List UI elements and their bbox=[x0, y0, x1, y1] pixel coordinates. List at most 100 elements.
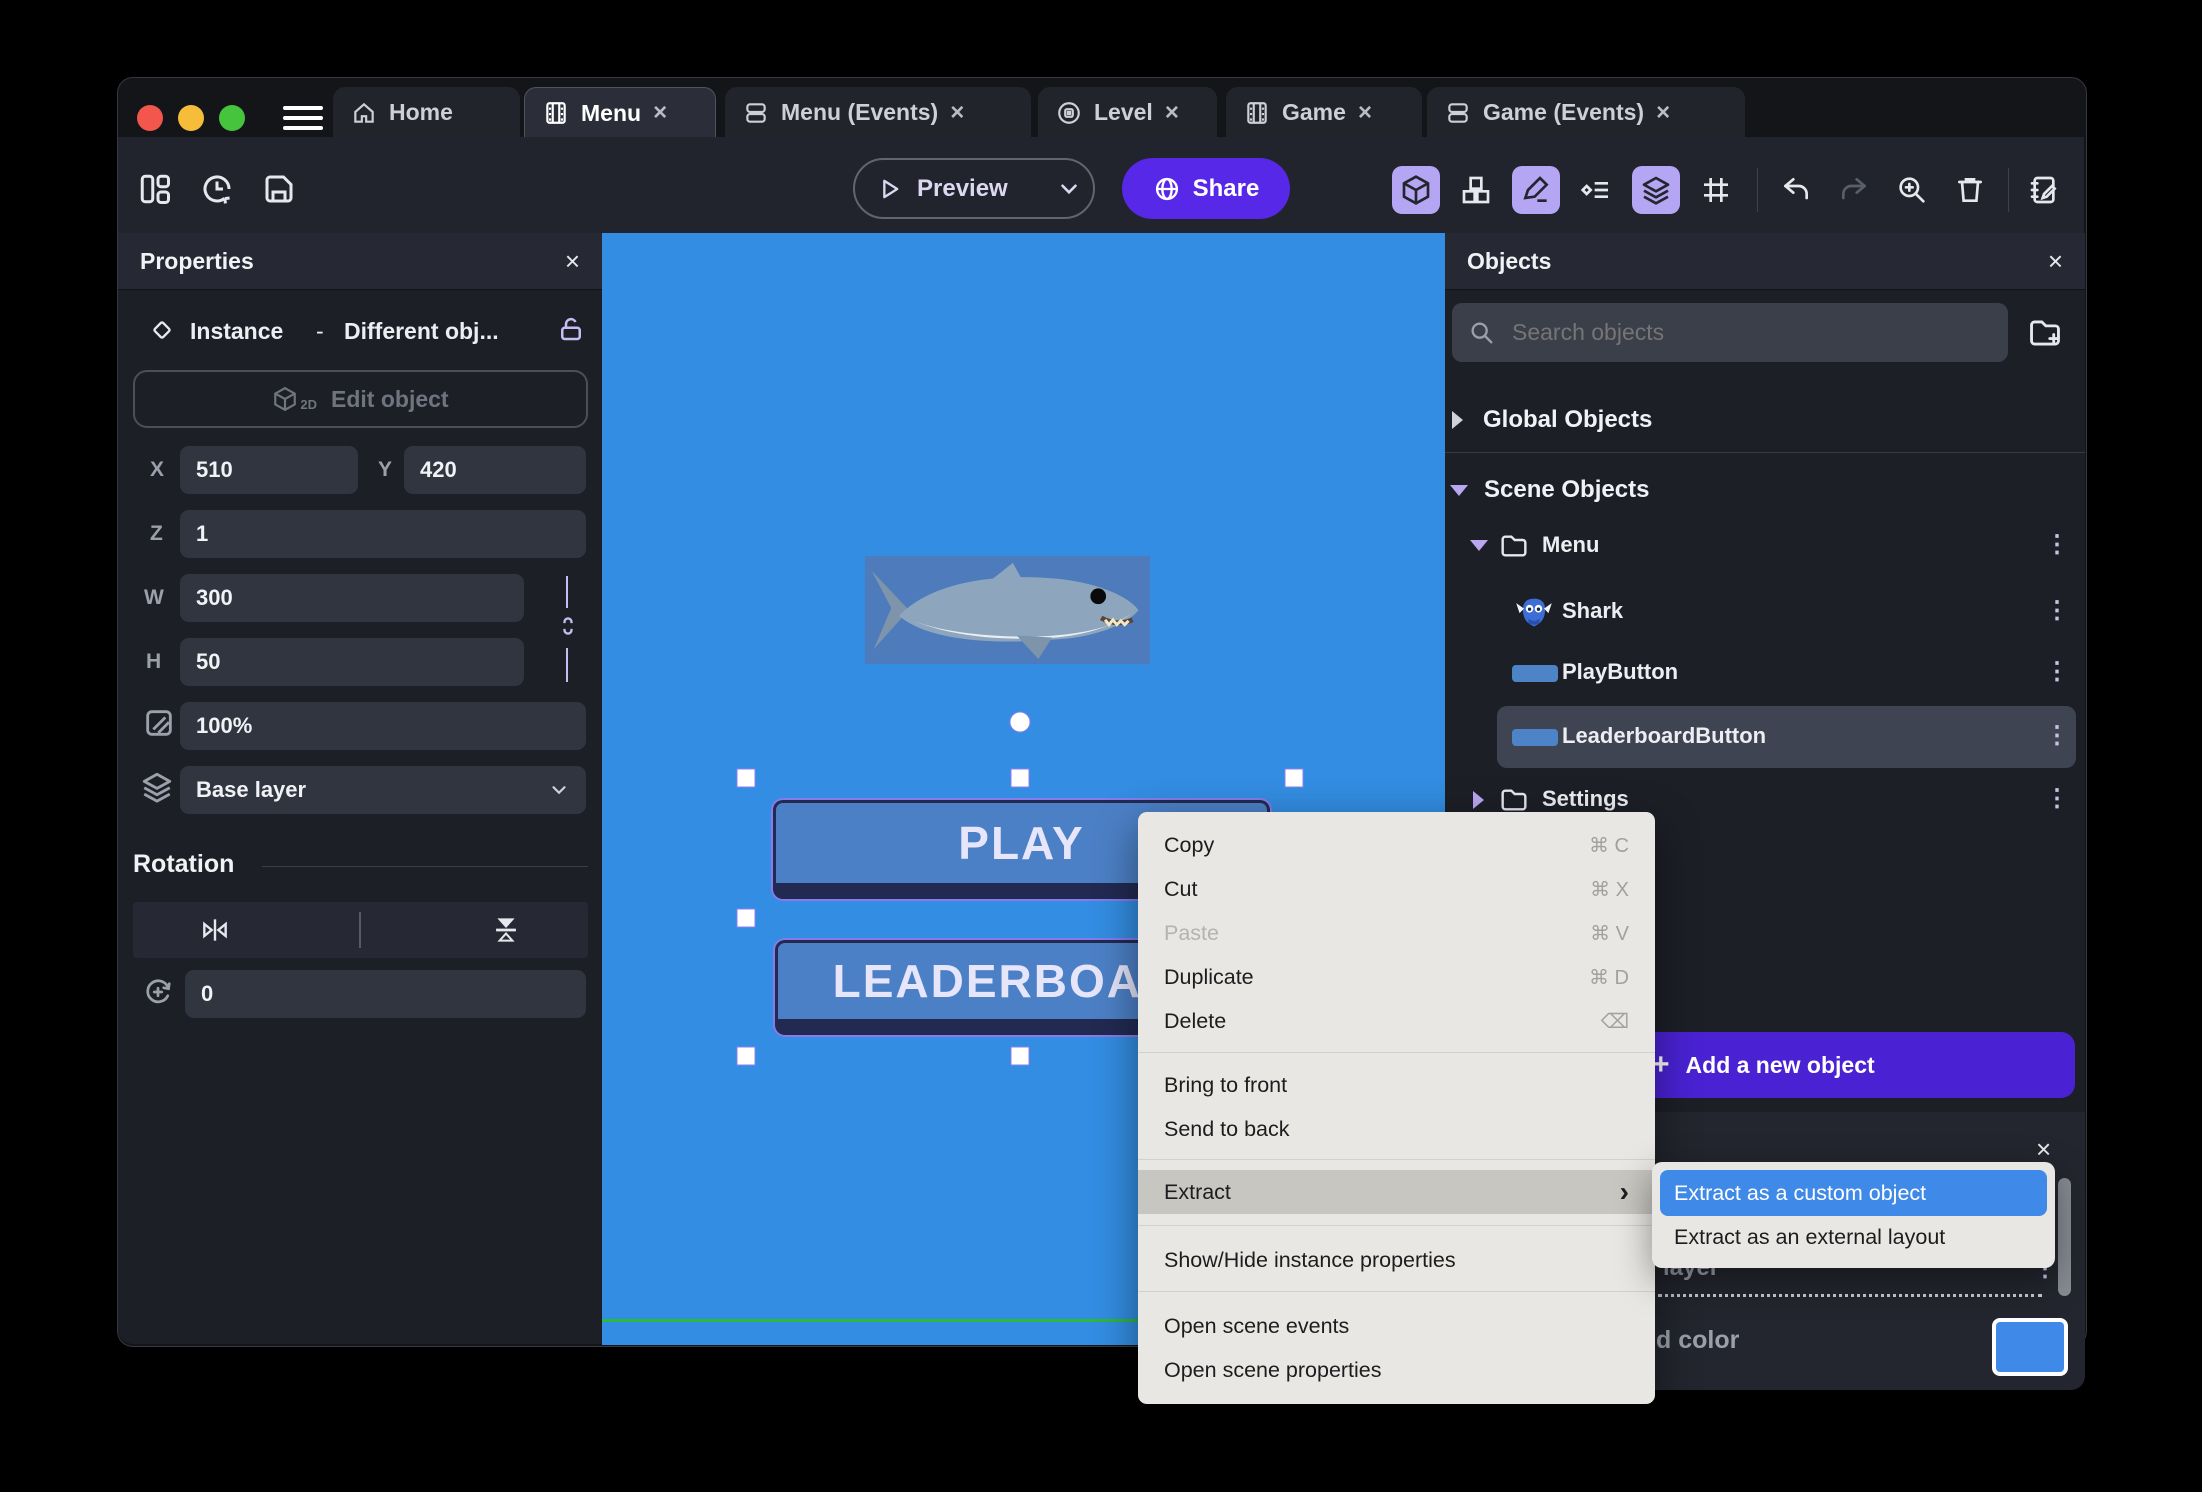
lock-open-icon[interactable] bbox=[556, 314, 586, 344]
rotation-field[interactable] bbox=[185, 970, 586, 1018]
global-objects-header[interactable]: Global Objects bbox=[1452, 396, 2072, 444]
tab-label: Game (Events) bbox=[1483, 99, 1645, 125]
kebab-menu-icon[interactable]: ⋮ bbox=[2045, 596, 2069, 625]
resize-handle-middle-left[interactable] bbox=[736, 908, 756, 928]
add-new-object-label: Add a new object bbox=[1685, 1051, 1875, 1078]
kebab-menu-icon[interactable]: ⋮ bbox=[2045, 657, 2069, 686]
layer-select[interactable]: Base layer bbox=[180, 766, 586, 814]
background-color-swatch[interactable] bbox=[1992, 1318, 2068, 1376]
tab-game[interactable]: Game × bbox=[1226, 87, 1422, 138]
layers-scrollbar[interactable] bbox=[2058, 1178, 2071, 1296]
h-field-label: H bbox=[146, 650, 162, 673]
link-dimensions-bar bbox=[566, 648, 568, 682]
screen: { "icons": {"close":"×","kebab":"⋮","arr… bbox=[0, 0, 2202, 1492]
y-field[interactable] bbox=[404, 446, 586, 494]
layers-panel-button[interactable] bbox=[1632, 166, 1680, 214]
tab-label: Level bbox=[1094, 99, 1153, 125]
share-button[interactable]: Share bbox=[1122, 158, 1290, 219]
zoom-button[interactable] bbox=[1888, 166, 1936, 214]
add-folder-icon[interactable] bbox=[2026, 314, 2064, 352]
close-tab-icon[interactable]: × bbox=[653, 101, 667, 125]
menu-item-send-to-back[interactable]: Send to back bbox=[1138, 1107, 1655, 1151]
preview-button[interactable]: Preview bbox=[853, 158, 1095, 219]
resize-handle-top-center[interactable] bbox=[1010, 768, 1030, 788]
grid-button[interactable] bbox=[1692, 166, 1740, 214]
rotation-heading: Rotation bbox=[133, 850, 235, 878]
menu-item-bring-to-front[interactable]: Bring to front bbox=[1138, 1063, 1655, 1107]
search-icon bbox=[1468, 319, 1496, 347]
kebab-menu-icon[interactable]: ⋮ bbox=[2045, 530, 2069, 559]
menu-item-cut[interactable]: Cut ⌘ X bbox=[1138, 867, 1655, 911]
history-button[interactable] bbox=[193, 165, 241, 213]
traffic-light-close[interactable] bbox=[137, 105, 163, 131]
scene-properties-button[interactable] bbox=[2020, 166, 2068, 214]
object-folder-menu[interactable]: Menu ⋮ bbox=[1445, 524, 2085, 568]
close-tab-icon[interactable]: × bbox=[1656, 100, 1670, 125]
traffic-light-zoom[interactable] bbox=[219, 105, 245, 131]
rotate-handle[interactable] bbox=[1009, 711, 1031, 733]
x-field-label: X bbox=[150, 458, 165, 481]
save-button[interactable] bbox=[255, 165, 303, 213]
tab-home[interactable]: Home bbox=[333, 87, 520, 138]
x-field[interactable] bbox=[180, 446, 358, 494]
kebab-menu-icon[interactable]: ⋮ bbox=[2045, 721, 2069, 750]
tab-menu[interactable]: Menu × bbox=[524, 87, 716, 138]
search-objects-input[interactable] bbox=[1452, 303, 2008, 362]
traffic-light-minimize[interactable] bbox=[178, 105, 204, 131]
view-3d-toggle-button[interactable] bbox=[1392, 166, 1440, 214]
tab-game-events[interactable]: Game (Events) × bbox=[1427, 87, 1745, 138]
project-manager-button[interactable] bbox=[131, 165, 179, 213]
undo-button[interactable] bbox=[1772, 166, 1820, 214]
z-field-label: Z bbox=[150, 522, 163, 545]
tab-menu-events[interactable]: Menu (Events) × bbox=[725, 87, 1031, 138]
menu-item-duplicate[interactable]: Duplicate ⌘ D bbox=[1138, 955, 1655, 999]
instances-list-button[interactable] bbox=[1572, 166, 1620, 214]
object-row-playbutton[interactable]: PlayButton ⋮ bbox=[1445, 651, 2085, 695]
menu-item-delete[interactable]: Delete ⌫ bbox=[1138, 999, 1655, 1043]
z-field[interactable] bbox=[180, 510, 586, 558]
resize-handle-bottom-center[interactable] bbox=[1010, 1046, 1030, 1066]
edit-mode-button[interactable] bbox=[1512, 166, 1560, 214]
chevron-down-icon[interactable] bbox=[1056, 176, 1082, 202]
redo-button[interactable] bbox=[1830, 166, 1878, 214]
add-new-object-button[interactable]: + Add a new object bbox=[1630, 1032, 2075, 1098]
close-tab-icon[interactable]: × bbox=[950, 100, 964, 125]
objects-button[interactable] bbox=[1452, 166, 1500, 214]
flip-horizontal-icon[interactable] bbox=[196, 914, 234, 946]
instance-separator: - bbox=[316, 318, 324, 344]
object-label: LeaderboardButton bbox=[1562, 723, 1767, 748]
w-field[interactable] bbox=[180, 574, 524, 622]
close-tab-icon[interactable]: × bbox=[1165, 100, 1179, 125]
opacity-field[interactable] bbox=[180, 702, 586, 750]
close-icon[interactable]: × bbox=[2048, 246, 2063, 277]
preview-label: Preview bbox=[917, 174, 1008, 202]
object-row-shark[interactable]: Shark ⋮ bbox=[1445, 590, 2085, 634]
trash-button[interactable] bbox=[1946, 166, 1994, 214]
properties-header: Properties × bbox=[118, 233, 602, 290]
object-row-leaderboardbutton[interactable]: LeaderboardButton ⋮ bbox=[1497, 706, 2076, 768]
unlink-dimensions-icon[interactable] bbox=[554, 612, 582, 640]
tab-label: Menu (Events) bbox=[781, 99, 939, 125]
resize-handle-top-left[interactable] bbox=[736, 768, 756, 788]
resize-handle-bottom-left[interactable] bbox=[736, 1046, 756, 1066]
resize-handle-top-right[interactable] bbox=[1284, 768, 1304, 788]
main-menu-button[interactable] bbox=[283, 100, 323, 136]
submenu-item-extract-external-layout[interactable]: Extract as an external layout bbox=[1660, 1216, 2047, 1258]
submenu-item-extract-custom-object[interactable]: Extract as a custom object bbox=[1660, 1170, 2047, 1216]
close-icon[interactable]: × bbox=[565, 246, 580, 277]
close-icon[interactable]: × bbox=[2036, 1134, 2051, 1165]
h-field[interactable] bbox=[180, 638, 524, 686]
menu-item-open-scene-events[interactable]: Open scene events bbox=[1138, 1304, 1655, 1348]
kebab-menu-icon[interactable]: ⋮ bbox=[2045, 784, 2069, 813]
shark-instance[interactable] bbox=[865, 556, 1150, 664]
menu-item-show-hide-instance-properties[interactable]: Show/Hide instance properties bbox=[1138, 1238, 1655, 1282]
menu-item-copy[interactable]: Copy ⌘ C bbox=[1138, 823, 1655, 867]
edit-object-button[interactable]: 2D Edit object bbox=[133, 370, 588, 428]
scene-objects-header[interactable]: Scene Objects bbox=[1450, 466, 2070, 514]
flip-vertical-icon[interactable] bbox=[487, 913, 525, 947]
menu-item-open-scene-properties[interactable]: Open scene properties bbox=[1138, 1348, 1655, 1392]
close-tab-icon[interactable]: × bbox=[1358, 100, 1372, 125]
search-input[interactable] bbox=[1510, 318, 1992, 347]
tab-level[interactable]: Level × bbox=[1038, 87, 1217, 138]
menu-item-extract[interactable]: Extract › bbox=[1138, 1170, 1655, 1214]
